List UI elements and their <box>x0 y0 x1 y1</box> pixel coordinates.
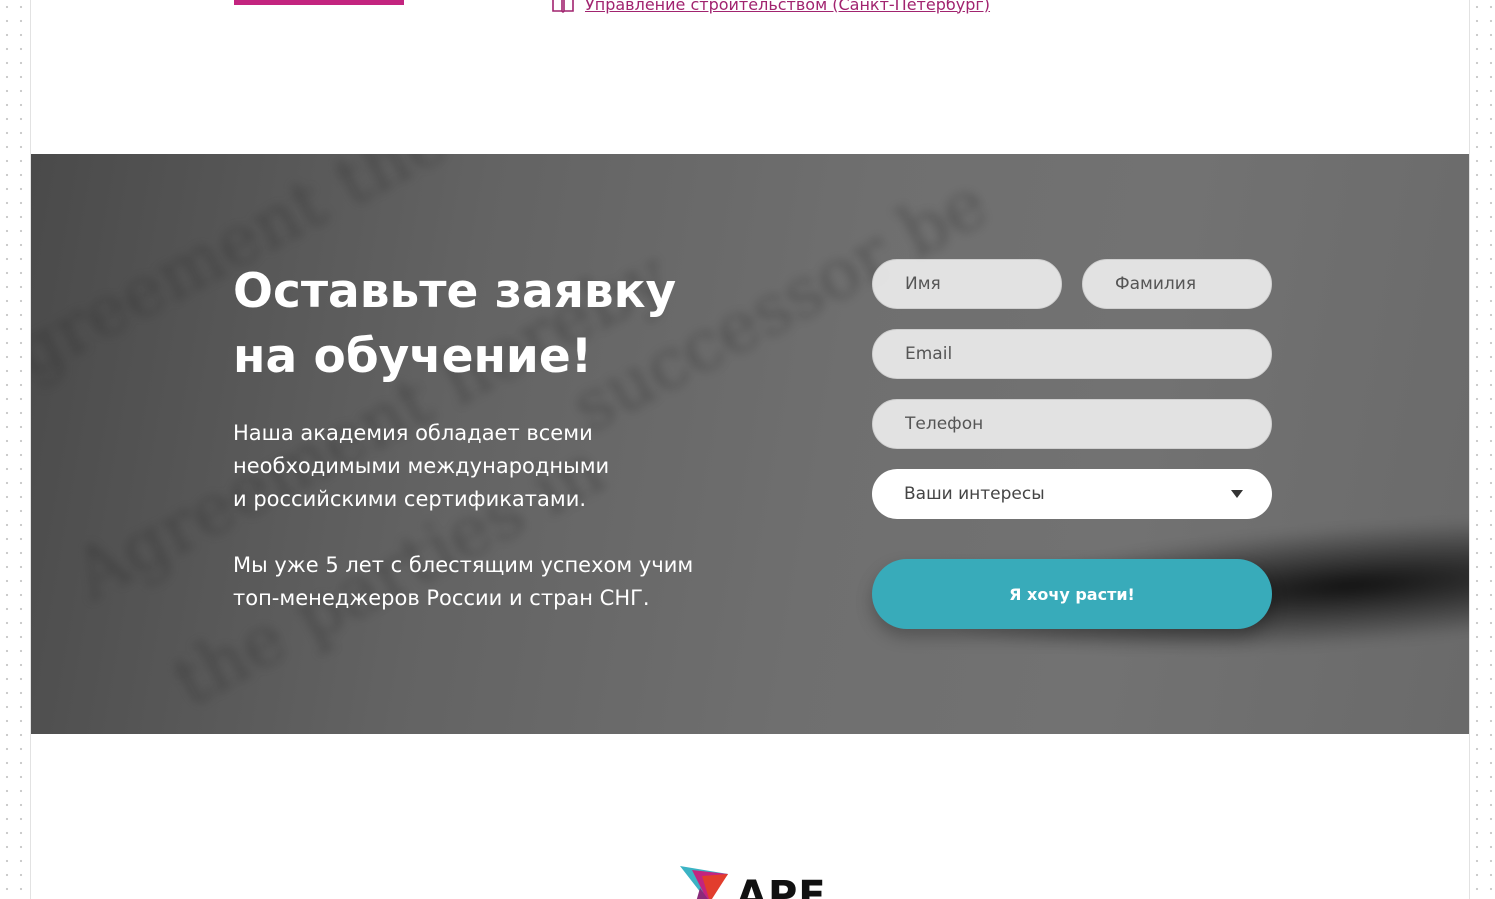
last-name-input[interactable] <box>1082 259 1272 309</box>
page-title: Оставьте заявку на обучение! <box>233 259 793 389</box>
intro-line: необходимыми международными <box>233 454 610 478</box>
interests-select-value: Ваши интересы <box>904 484 1045 504</box>
experience-paragraph: Мы уже 5 лет с блестящим успехом учим то… <box>233 549 753 615</box>
submit-button[interactable]: Я хочу расти! <box>872 559 1272 629</box>
title-line-2: на обучение! <box>233 329 593 384</box>
accent-bar <box>234 0 404 5</box>
intro-line: Наша академия обладает всеми <box>233 421 593 445</box>
course-link-label[interactable]: Управление строительством (Санкт-Петербу… <box>585 0 990 14</box>
logo-text: APE <box>736 873 827 899</box>
intro-line: и российскими сертификатами. <box>233 487 587 511</box>
book-icon <box>551 0 575 14</box>
logo-mark-icon <box>680 866 728 899</box>
site-logo[interactable]: APE <box>680 866 827 899</box>
experience-line: топ-менеджеров России и стран СНГ. <box>233 586 650 610</box>
intro-paragraph: Наша академия обладает всеми необходимым… <box>233 417 753 516</box>
phone-input[interactable] <box>872 399 1272 449</box>
signup-section: agreement the Agreement hereby the parti… <box>31 154 1469 734</box>
first-name-input[interactable] <box>872 259 1062 309</box>
course-link[interactable]: Управление строительством (Санкт-Петербу… <box>551 0 990 14</box>
email-input[interactable] <box>872 329 1272 379</box>
page: Управление строительством (Санкт-Петербу… <box>30 0 1470 899</box>
experience-line: Мы уже 5 лет с блестящим успехом учим <box>233 553 694 577</box>
signup-form: Ваши интересы Я хочу расти! <box>872 259 1272 629</box>
title-line-1: Оставьте заявку <box>233 264 677 319</box>
interests-select[interactable]: Ваши интересы <box>872 469 1272 519</box>
caret-down-icon <box>1231 490 1243 498</box>
